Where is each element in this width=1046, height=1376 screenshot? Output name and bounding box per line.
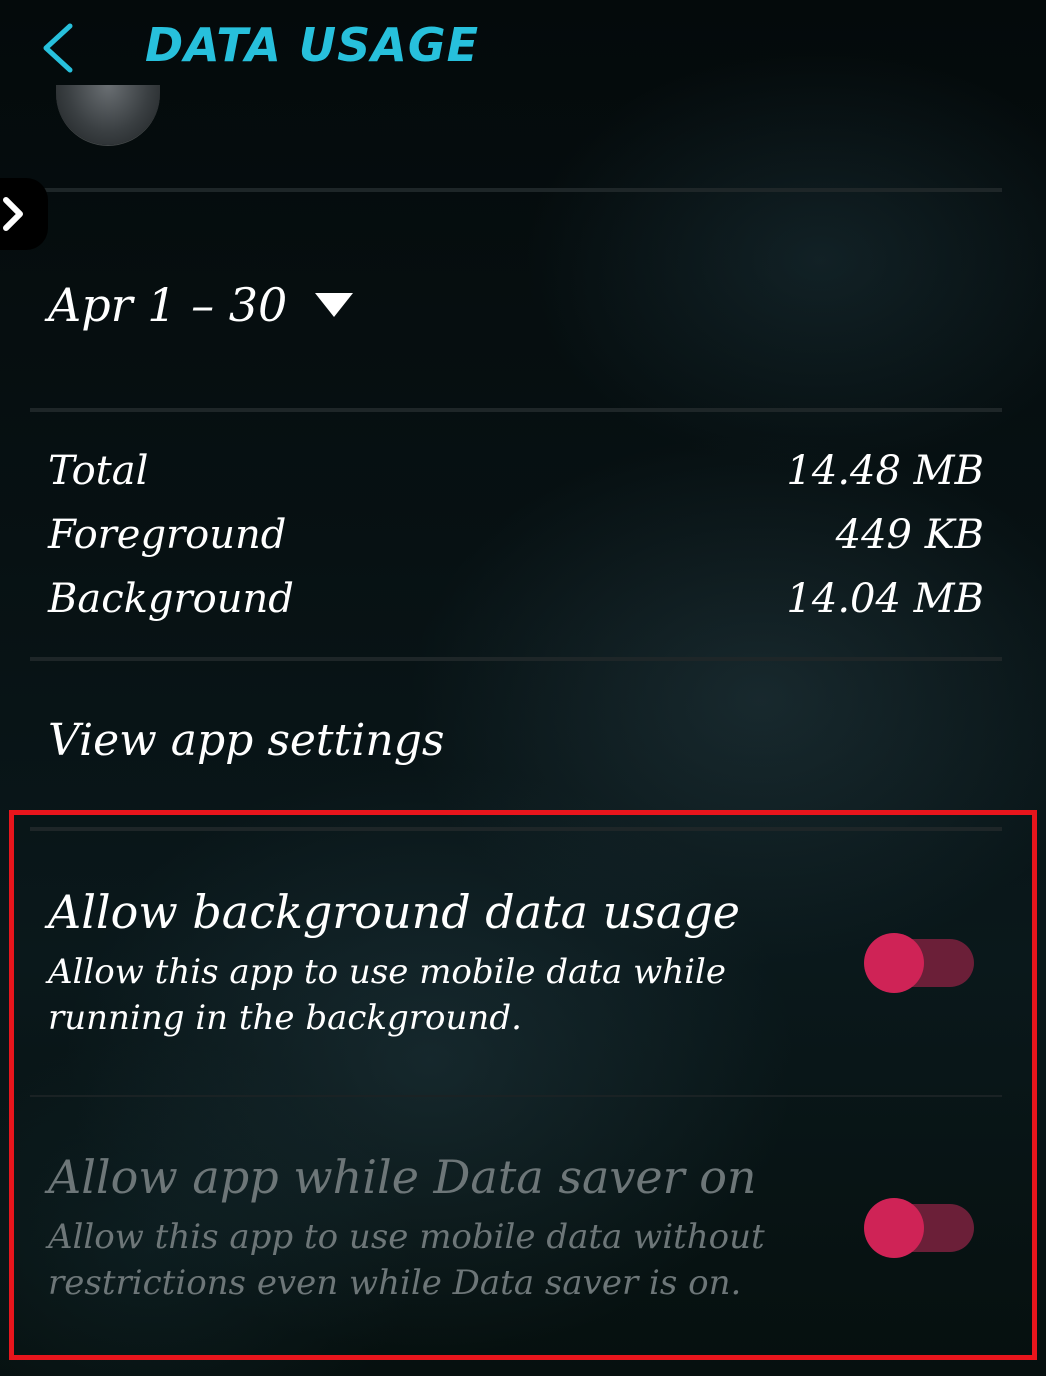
usage-label: Foreground	[48, 512, 287, 558]
highlight-box	[9, 810, 1037, 1360]
billing-period-selector[interactable]: Apr 1 – 30	[48, 270, 354, 340]
view-app-settings-link[interactable]: View app settings	[48, 715, 444, 766]
usage-label: Background	[48, 576, 294, 622]
chevron-right-icon	[3, 197, 23, 231]
usage-label: Total	[48, 448, 149, 494]
divider	[30, 188, 1002, 192]
usage-value: 449 KB	[835, 512, 984, 558]
usage-value: 14.04 MB	[786, 576, 984, 622]
usage-value: 14.48 MB	[786, 448, 984, 494]
divider	[30, 657, 1002, 661]
usage-row-total: Total 14.48 MB	[48, 448, 984, 510]
usage-row-foreground: Foreground 449 KB	[48, 512, 984, 574]
period-label: Apr 1 – 30	[48, 278, 288, 332]
usage-row-background: Background 14.04 MB	[48, 576, 984, 638]
side-panel-handle[interactable]	[0, 178, 48, 250]
caret-down-icon	[315, 293, 354, 317]
back-button[interactable]	[30, 16, 90, 80]
divider	[30, 408, 1002, 412]
page-title: DATA USAGE	[145, 18, 480, 72]
chevron-left-icon	[43, 23, 73, 73]
